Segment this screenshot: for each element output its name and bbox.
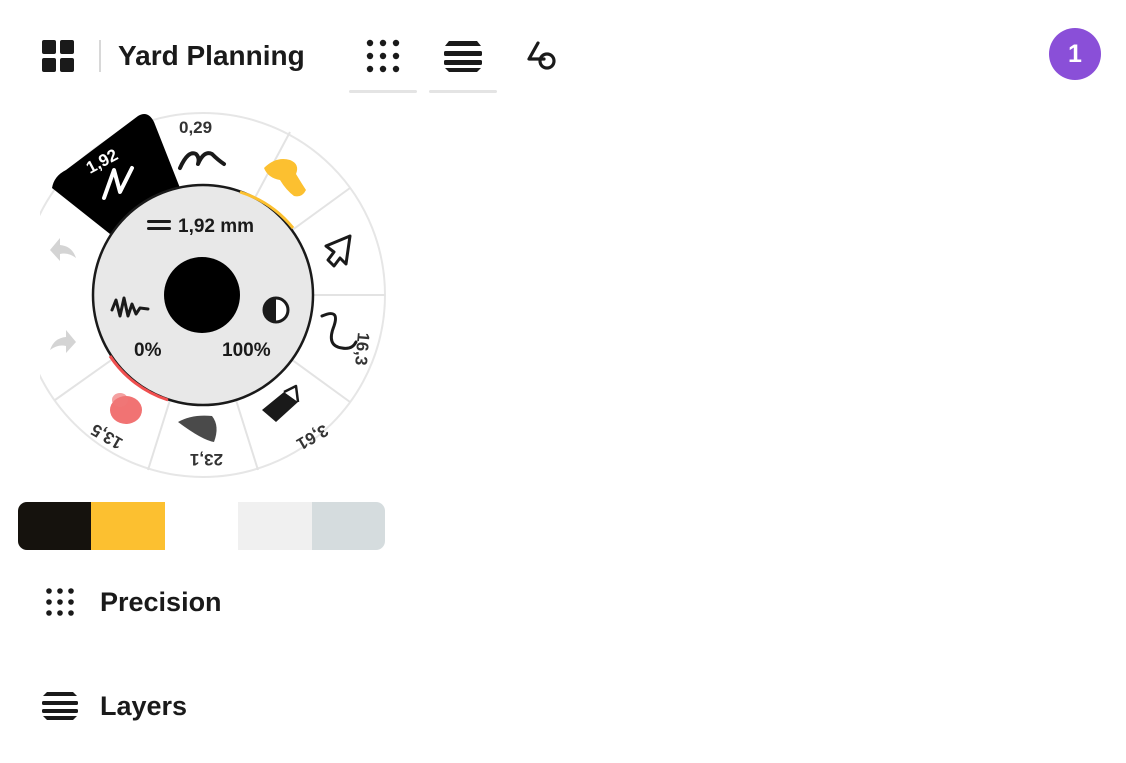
dot-grid-icon <box>40 582 80 622</box>
palette-swatch-yellow[interactable] <box>91 502 165 550</box>
document-title[interactable]: Yard Planning <box>118 40 305 72</box>
layers-toolbar-button[interactable] <box>429 34 497 78</box>
opacity-icon[interactable] <box>262 296 290 324</box>
brush-size-readout[interactable]: 1,92 mm <box>178 216 254 237</box>
precision-toolbar-button[interactable] <box>349 34 417 78</box>
smoothing-value: 0% <box>134 340 162 361</box>
palette-swatch-black[interactable] <box>18 502 92 550</box>
layers-menu-item[interactable]: Layers <box>40 684 187 728</box>
top-bar: Yard Planning 1 <box>0 0 1126 100</box>
precision-button-indicator <box>349 90 417 93</box>
tool-wheel: 1,92 mm 0% 100% 1,92 0,29 16,3 3,61 23,1 <box>40 110 400 480</box>
grid-icon[interactable] <box>42 40 74 72</box>
title-divider <box>99 40 101 72</box>
precision-menu-item[interactable]: Precision <box>40 580 222 624</box>
layers-button-indicator <box>429 90 497 93</box>
layers-icon <box>444 41 482 72</box>
palette-swatch-light-gray[interactable] <box>238 502 312 550</box>
brush-color-preview[interactable] <box>164 257 240 333</box>
shapes-toolbar-button[interactable] <box>517 34 567 78</box>
palette-swatch-white[interactable] <box>164 502 239 550</box>
layers-label: Layers <box>100 690 188 721</box>
shapes-icon <box>527 41 556 70</box>
palette-swatch-blue-gray[interactable] <box>311 502 385 550</box>
opacity-value: 100% <box>222 340 271 361</box>
layers-icon <box>40 686 80 726</box>
airbrush-size-label: 23,1 <box>190 450 223 469</box>
color-palette <box>18 502 385 550</box>
wire-size-label: 16,3 <box>351 332 373 367</box>
precision-label: Precision <box>100 586 222 617</box>
collaborator-avatar[interactable]: 1 <box>1049 28 1101 80</box>
dot-grid-icon <box>366 39 400 73</box>
pencil-size-label: 0,29 <box>179 118 212 137</box>
